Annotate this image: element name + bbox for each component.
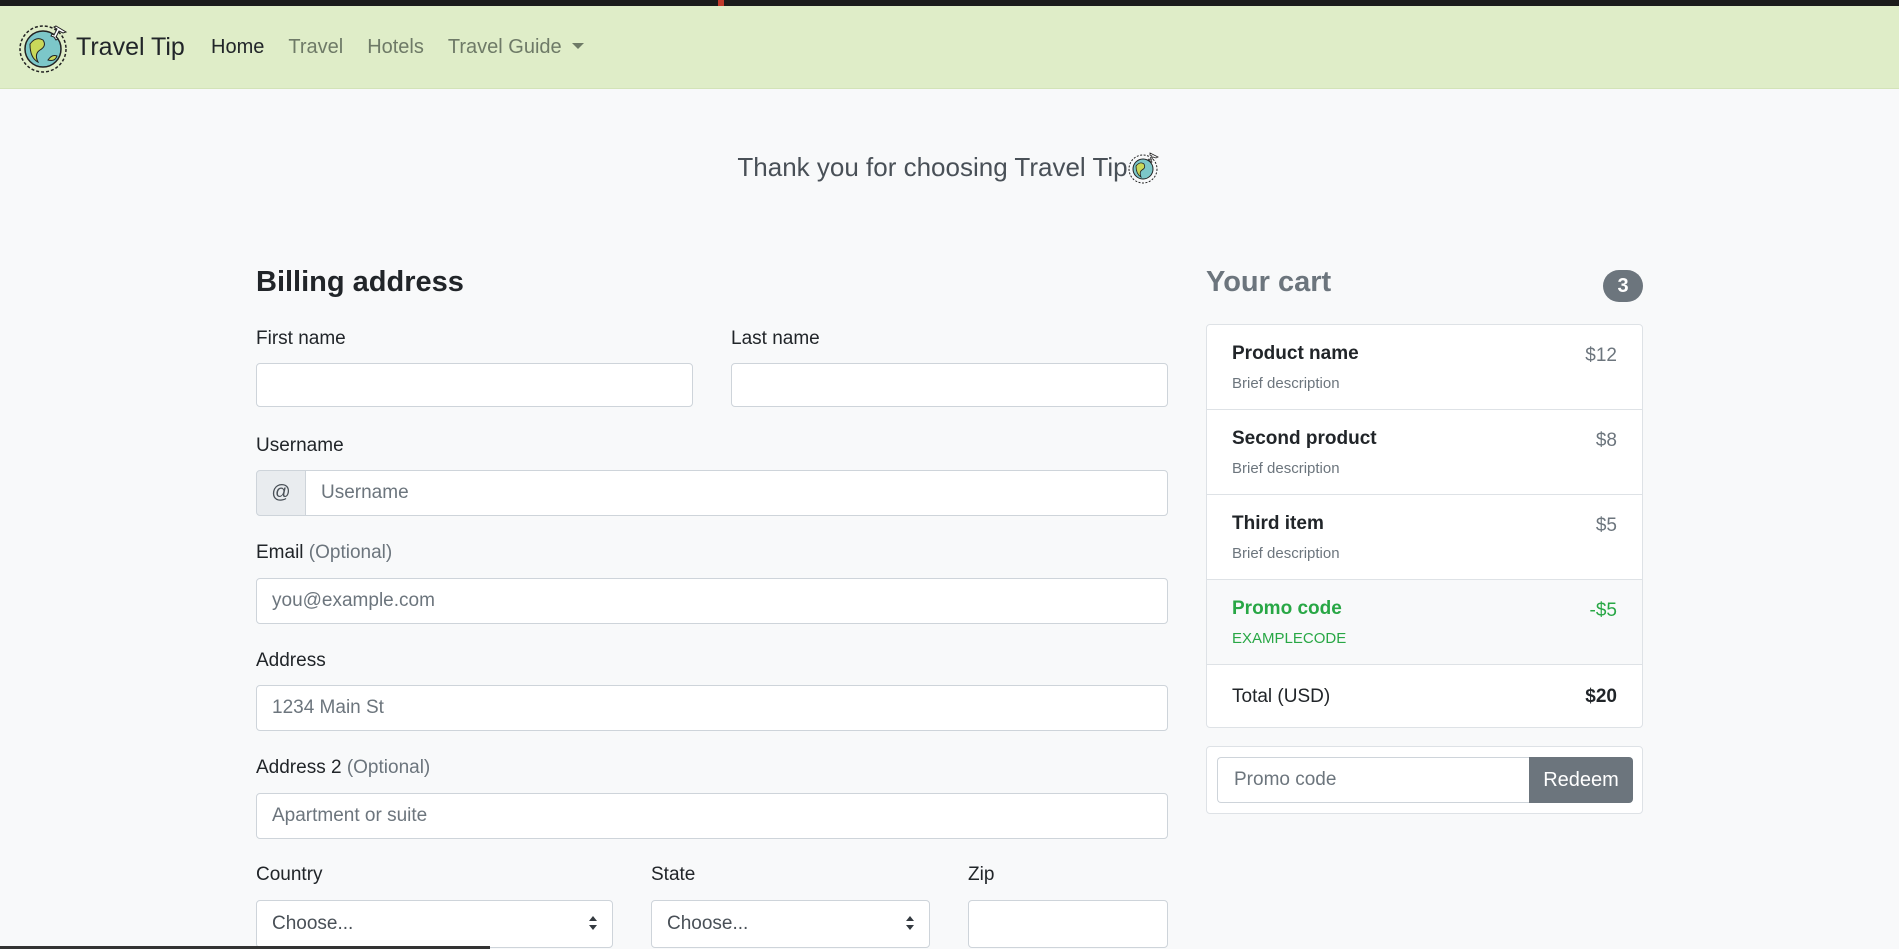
- cart-total-row: Total (USD) $20: [1207, 665, 1642, 727]
- cart-item-desc: Brief description: [1232, 460, 1340, 477]
- last-name-field[interactable]: [731, 363, 1168, 407]
- address2-field[interactable]: [256, 793, 1168, 839]
- globe-plane-icon: [1128, 152, 1159, 184]
- cart-title: Your cart: [1206, 266, 1332, 298]
- cart-item-desc: Brief description: [1232, 375, 1340, 392]
- cart-item: Product name Brief description $12: [1207, 325, 1642, 410]
- cart-item-price: $12: [1585, 345, 1617, 366]
- total-value: $20: [1585, 686, 1617, 707]
- promo-code-input[interactable]: [1232, 768, 1515, 792]
- address2-optional: (Optional): [346, 757, 431, 778]
- username-label: Username: [256, 435, 344, 456]
- address-field[interactable]: [256, 685, 1168, 731]
- total-label: Total (USD): [1232, 686, 1331, 707]
- promo-form: Redeem: [1206, 746, 1643, 814]
- first-name-label: First name: [256, 328, 346, 349]
- promo-code-field[interactable]: [1217, 757, 1529, 803]
- address2-input[interactable]: [272, 805, 1152, 827]
- promo-name: Promo code: [1232, 598, 1342, 619]
- cart-promo-row: Promo code EXAMPLECODE -$5: [1207, 580, 1642, 665]
- address2-label-text: Address 2: [256, 757, 342, 778]
- promo-amount: -$5: [1589, 600, 1617, 621]
- cart-item-name: Third item: [1232, 513, 1324, 534]
- username-input[interactable]: [321, 482, 1152, 504]
- last-name-label: Last name: [731, 328, 820, 349]
- country-label: Country: [256, 864, 323, 885]
- cart-item-price: $5: [1595, 515, 1617, 536]
- username-field[interactable]: [305, 470, 1168, 516]
- zip-label: Zip: [968, 864, 995, 885]
- cart-item: Second product Brief description $8: [1207, 410, 1642, 495]
- globe-plane-logo-icon: [19, 25, 68, 73]
- nav-travel-guide-dropdown[interactable]: Travel Guide: [448, 36, 584, 59]
- cart-section: Your cart 3 Product name Brief descripti…: [1206, 266, 1643, 814]
- billing-section: Billing address First name Last name Use…: [256, 266, 1168, 948]
- address2-label: Address 2 (Optional): [256, 757, 430, 779]
- state-label: State: [651, 864, 696, 885]
- country-select[interactable]: Choose...: [256, 900, 613, 948]
- redeem-button[interactable]: Redeem: [1529, 757, 1633, 803]
- email-optional: (Optional): [308, 542, 393, 563]
- cart-item-desc: Brief description: [1232, 545, 1340, 562]
- last-name-input[interactable]: [747, 374, 1152, 396]
- nav-travel-guide-label: Travel Guide: [447, 36, 562, 58]
- first-name-field[interactable]: [256, 363, 693, 407]
- cart-item-name: Product name: [1232, 343, 1359, 364]
- email-field[interactable]: [256, 578, 1168, 624]
- brand-name: Travel Tip: [76, 32, 185, 61]
- nav-links: Home Travel Hotels Travel Guide: [211, 36, 608, 59]
- state-select[interactable]: Choose...: [651, 900, 930, 948]
- cart-list: Product name Brief description $12 Secon…: [1206, 324, 1643, 728]
- cart-count-badge: 3: [1603, 270, 1643, 302]
- address-label: Address: [256, 650, 326, 671]
- cart-item: Third item Brief description $5: [1207, 495, 1642, 580]
- zip-field[interactable]: [968, 900, 1168, 948]
- state-select-value: Choose...: [667, 913, 749, 934]
- select-arrows-icon: [589, 916, 597, 930]
- email-label: Email (Optional): [256, 542, 392, 564]
- nav-home[interactable]: Home: [211, 36, 264, 59]
- nav-hotels[interactable]: Hotels: [367, 36, 424, 59]
- promo-code: EXAMPLECODE: [1232, 630, 1347, 647]
- brand[interactable]: Travel Tip: [18, 20, 185, 74]
- nav-travel[interactable]: Travel: [288, 36, 343, 59]
- email-input[interactable]: [272, 590, 1152, 612]
- at-sign-addon: @: [256, 470, 306, 516]
- billing-title: Billing address: [256, 266, 464, 298]
- navbar: Travel Tip Home Travel Hotels Travel Gui…: [0, 6, 1899, 89]
- country-select-value: Choose...: [272, 913, 354, 934]
- select-arrows-icon: [906, 916, 914, 930]
- thank-you-heading: Thank you for choosing Travel Tip: [0, 150, 1899, 184]
- cart-item-price: $8: [1595, 430, 1617, 451]
- chevron-down-icon: [571, 43, 584, 49]
- first-name-input[interactable]: [272, 374, 677, 396]
- email-label-text: Email: [256, 542, 304, 563]
- thank-you-text: Thank you for choosing Travel Tip: [737, 151, 1128, 182]
- zip-input[interactable]: [984, 913, 1152, 935]
- address-input[interactable]: [272, 697, 1152, 719]
- cart-item-name: Second product: [1232, 428, 1377, 449]
